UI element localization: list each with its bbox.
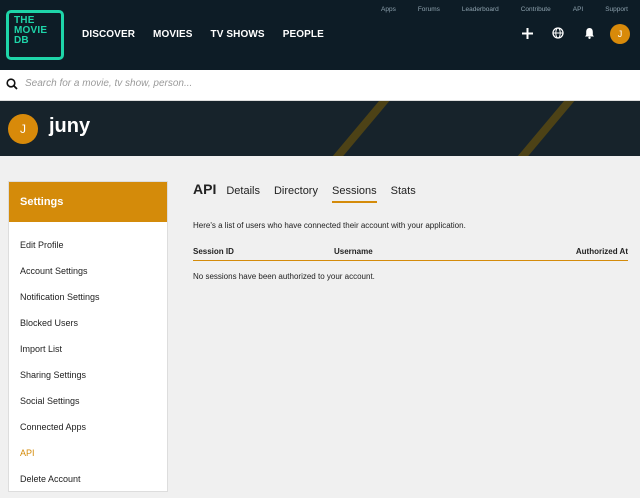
empty-state-message: No sessions have been authorized to your… bbox=[193, 272, 375, 281]
sidebar-item-account-settings[interactable]: Account Settings bbox=[9, 258, 167, 284]
nav-tv-shows[interactable]: TV SHOWS bbox=[211, 29, 265, 40]
bell-icon[interactable] bbox=[578, 27, 600, 42]
profile-username[interactable]: juny bbox=[49, 115, 90, 138]
link-apps[interactable]: Apps bbox=[381, 6, 396, 13]
sidebar-title: Settings bbox=[9, 182, 167, 222]
sidebar-item-edit-profile[interactable]: Edit Profile bbox=[9, 232, 167, 258]
sidebar-item-social-settings[interactable]: Social Settings bbox=[9, 388, 167, 414]
user-avatar[interactable]: J bbox=[8, 114, 38, 144]
sidebar-item-sharing-settings[interactable]: Sharing Settings bbox=[9, 362, 167, 388]
sidebar-item-blocked-users[interactable]: Blocked Users bbox=[9, 310, 167, 336]
tab-directory[interactable]: Directory bbox=[274, 185, 318, 197]
link-leaderboard[interactable]: Leaderboard bbox=[462, 6, 499, 13]
column-authorized-at: Authorized At bbox=[575, 247, 628, 256]
sessions-table: Session ID Username Authorized At No ses… bbox=[193, 247, 628, 281]
logo-text-line3: DB bbox=[14, 35, 29, 46]
globe-icon[interactable] bbox=[547, 26, 569, 42]
search-input[interactable] bbox=[25, 78, 605, 89]
section-title: API bbox=[193, 181, 217, 197]
tab-sessions[interactable]: Sessions bbox=[331, 185, 377, 203]
nav-people[interactable]: PEOPLE bbox=[283, 29, 324, 40]
link-contribute[interactable]: Contribute bbox=[521, 6, 551, 13]
top-navbar: THE MOVIE DB DISCOVER MOVIES TV SHOWS PE… bbox=[0, 0, 640, 70]
banner-decoration bbox=[317, 101, 401, 156]
search-icon bbox=[6, 78, 18, 93]
settings-sidebar: Settings Edit Profile Account Settings N… bbox=[8, 181, 168, 492]
sessions-description: Here's a list of users who have connecte… bbox=[193, 221, 466, 230]
nav-discover[interactable]: DISCOVER bbox=[82, 29, 135, 40]
link-api[interactable]: API bbox=[573, 6, 583, 13]
column-username: Username bbox=[334, 247, 373, 256]
tab-details[interactable]: Details bbox=[226, 185, 260, 197]
column-session-id: Session ID bbox=[193, 247, 234, 256]
table-header: Session ID Username Authorized At bbox=[193, 247, 628, 261]
header-icons: J bbox=[507, 24, 630, 44]
sidebar-item-delete-account[interactable]: Delete Account bbox=[9, 466, 167, 492]
user-avatar-small[interactable]: J bbox=[610, 24, 630, 44]
api-content: API Details Directory Sessions Stats Her… bbox=[193, 181, 633, 281]
tmdb-logo[interactable]: THE MOVIE DB bbox=[6, 10, 64, 60]
search-bar bbox=[0, 70, 640, 101]
sidebar-item-api[interactable]: API bbox=[9, 440, 167, 466]
nav-movies[interactable]: MOVIES bbox=[153, 29, 193, 40]
api-tabs: API Details Directory Sessions Stats bbox=[193, 181, 633, 205]
sidebar-item-connected-apps[interactable]: Connected Apps bbox=[9, 414, 167, 440]
tab-stats[interactable]: Stats bbox=[391, 185, 416, 197]
sidebar-item-notification-settings[interactable]: Notification Settings bbox=[9, 284, 167, 310]
top-links: Apps Forums Leaderboard Contribute API S… bbox=[359, 6, 628, 13]
plus-icon[interactable] bbox=[516, 27, 538, 42]
link-forums[interactable]: Forums bbox=[418, 6, 440, 13]
banner-decoration bbox=[502, 101, 586, 156]
link-support[interactable]: Support bbox=[605, 6, 628, 13]
sidebar-item-import-list[interactable]: Import List bbox=[9, 336, 167, 362]
profile-banner: J juny bbox=[0, 101, 640, 156]
main-nav: DISCOVER MOVIES TV SHOWS PEOPLE bbox=[82, 29, 342, 40]
